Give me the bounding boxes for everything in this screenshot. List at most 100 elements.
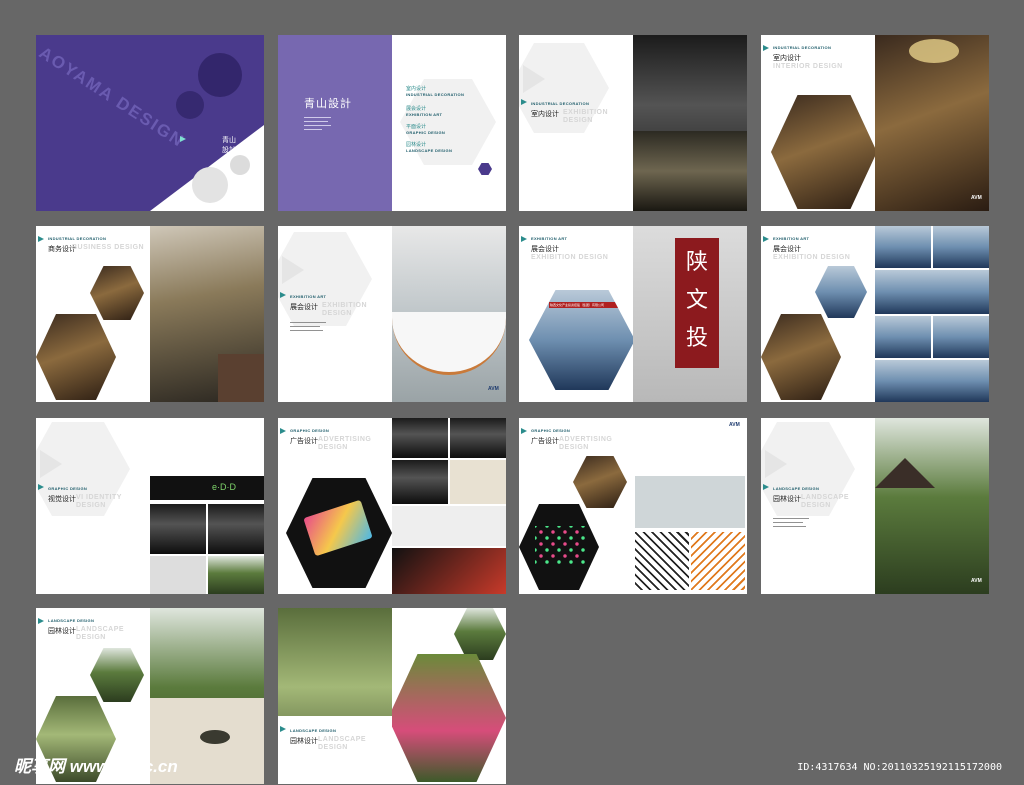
toc-item-1-cn: 室内设计 bbox=[406, 86, 427, 92]
toc-item-1[interactable]: 室内设计 INDUSTRIAL DECORATION bbox=[406, 85, 464, 97]
exhibit3-left: EXHIBITION ART 展会设计 EXHIBITION DESIGN bbox=[761, 226, 875, 402]
vi-mockup-2 bbox=[208, 504, 264, 554]
spread-vi[interactable]: GRAPHIC DESIGN 视觉设计 VI IDENTITY DESIGN e… bbox=[36, 418, 264, 594]
toc-right-panel: 室内设计 INDUSTRIAL DECORATION 展会设计 EXHIBITI… bbox=[392, 35, 506, 211]
avm-logo: AVM bbox=[488, 386, 499, 392]
adv2-cn-title: 广告设计 bbox=[531, 438, 559, 445]
exhibit1-curved-counter bbox=[392, 312, 506, 375]
spread-business[interactable]: INDUSTRIAL DECORATION 商务设计 BUSINESS DESI… bbox=[36, 226, 264, 402]
toc-left-panel: 青山設計 ▬▬▬▬▬▬▬▬▬ ▬▬▬▬▬▬▬▬ ▬▬▬▬▬▬▬▬▬ ▬▬▬▬▬▬ bbox=[278, 35, 392, 211]
spread-cover[interactable]: AOYAMA DESIGN 青山設計 bbox=[36, 35, 264, 211]
land3-right bbox=[392, 608, 506, 784]
adv1-mockup-1 bbox=[392, 418, 448, 458]
avm-logo: AVM bbox=[971, 578, 982, 584]
toc-item-2[interactable]: 展会设计 EXHIBITION ART bbox=[406, 105, 442, 117]
grid-photo-1 bbox=[875, 226, 931, 268]
spread-advertising-1[interactable]: GRAPHIC DESIGN 广告设计 ADVERTISING DESIGN bbox=[278, 418, 506, 594]
chandelier-shape bbox=[909, 39, 959, 63]
exhibit2-en-title: EXHIBITION ART bbox=[531, 236, 568, 241]
land1-left: LANDSCAPE DESIGN 园林设计 LANDSCAPE DESIGN ▬… bbox=[761, 418, 875, 594]
cover-logo-box: 青山設計 bbox=[180, 133, 240, 154]
spread-exhibit-2[interactable]: EXHIBITION ART 展会设计 EXHIBITION DESIGN 陕西… bbox=[519, 226, 747, 402]
business-hex-photo-2 bbox=[36, 314, 116, 400]
business-photo bbox=[150, 226, 264, 402]
section-mark-icon bbox=[38, 618, 44, 624]
toc-small-hex-icon bbox=[478, 163, 492, 175]
land3-hex-photo-2 bbox=[392, 654, 506, 782]
interior2-en-title: INDUSTRIAL DECORATION bbox=[773, 45, 832, 50]
toc-item-2-en: EXHIBITION ART bbox=[406, 112, 443, 117]
adv1-en-title: GRAPHIC DESIGN bbox=[290, 428, 330, 433]
exhibit1-cn-title: 展会设计 bbox=[290, 304, 318, 311]
adv1-hex-cards bbox=[286, 478, 392, 588]
land2-cn-title: 园林设计 bbox=[48, 628, 76, 635]
vi-logo-panel: e·D·D bbox=[150, 476, 264, 500]
adv1-right bbox=[392, 418, 506, 594]
exhibit2-cn-title: 展会设计 bbox=[531, 246, 559, 253]
interior2-left: INDUSTRIAL DECORATION 室内设计 INTERIOR DESI… bbox=[761, 35, 875, 211]
grid-photo-4 bbox=[875, 316, 931, 358]
grid-photo-2 bbox=[933, 226, 989, 268]
spread-advertising-2[interactable]: GRAPHIC DESIGN 广告设计 ADVERTISING DESIGN A… bbox=[519, 418, 747, 594]
spread-toc[interactable]: 青山設計 ▬▬▬▬▬▬▬▬▬ ▬▬▬▬▬▬▬▬ ▬▬▬▬▬▬▬▬▬ ▬▬▬▬▬▬ 室内… bbox=[278, 35, 506, 211]
adv1-mockup-2 bbox=[450, 418, 506, 458]
exhibit2-left: EXHIBITION ART 展会设计 EXHIBITION DESIGN 陕西… bbox=[519, 226, 633, 402]
adv2-brochure-3 bbox=[691, 532, 745, 590]
temple-roof-shape bbox=[875, 458, 935, 488]
exhibit2-ghost-title: EXHIBITION DESIGN bbox=[531, 254, 609, 261]
section-mark-icon bbox=[763, 45, 769, 51]
exhibit2-hex-photo: 陕西文化产业投资控股（集团）有限公司 bbox=[529, 290, 633, 390]
rock-shape bbox=[200, 730, 230, 744]
grid-photo-5 bbox=[933, 316, 989, 358]
land3-hex-photo-1 bbox=[454, 608, 506, 660]
adv1-mockup-6 bbox=[392, 548, 506, 594]
toc-item-3[interactable]: 平面设计 GRAPHIC DESIGN bbox=[406, 123, 445, 135]
vi-en-title: GRAPHIC DESIGN bbox=[48, 486, 88, 491]
toc-item-4-en: LANDSCAPE DESIGN bbox=[406, 148, 453, 153]
land1-cn-title: 园林设计 bbox=[773, 496, 801, 503]
land1-triangle bbox=[765, 450, 787, 478]
vi-cn-title: 视觉设计 bbox=[48, 496, 76, 503]
spread-exhibit-1[interactable]: EXHIBITION ART 展会设计 EXHIBITION DESIGN ▬▬… bbox=[278, 226, 506, 402]
spread-exhibit-3[interactable]: EXHIBITION ART 展会设计 EXHIBITION DESIGN bbox=[761, 226, 989, 402]
interior-photo-lower bbox=[633, 131, 747, 211]
toc-item-2-cn: 展会设计 bbox=[406, 106, 427, 112]
adv2-hex-palette bbox=[519, 504, 599, 590]
land2-en-title: LANDSCAPE DESIGN bbox=[48, 618, 95, 623]
exhibit1-triangle bbox=[282, 256, 304, 284]
adv1-mockup-4 bbox=[450, 460, 506, 504]
interior-photo bbox=[633, 35, 747, 211]
adv2-brochure-1 bbox=[635, 476, 745, 528]
land3-photo-left: LANDSCAPE DESIGN 园林设计 LANDSCAPE DESIGN bbox=[278, 608, 392, 784]
spread-interior-2[interactable]: INDUSTRIAL DECORATION 室内设计 INTERIOR DESI… bbox=[761, 35, 989, 211]
exhibit3-en-title: EXHIBITION ART bbox=[773, 236, 810, 241]
card-stack bbox=[303, 499, 373, 557]
spread-landscape-3[interactable]: LANDSCAPE DESIGN 园林设计 LANDSCAPE DESIGN bbox=[278, 608, 506, 784]
business-hex-photo-1 bbox=[90, 266, 144, 320]
spread-interior[interactable]: INDUSTRIAL DECORATION 室内设计 EXHIBITION DE… bbox=[519, 35, 747, 211]
brand-mark-icon bbox=[180, 136, 186, 142]
adv2-left: GRAPHIC DESIGN 广告设计 ADVERTISING DESIGN bbox=[519, 418, 633, 594]
adv1-cn-title: 广告设计 bbox=[290, 438, 318, 445]
grid-photo-3 bbox=[875, 270, 989, 314]
watermark-site: 昵享网 www.nipic.cn bbox=[14, 757, 178, 776]
spread-landscape-1[interactable]: LANDSCAPE DESIGN 园林设计 LANDSCAPE DESIGN ▬… bbox=[761, 418, 989, 594]
adv1-mockup-3 bbox=[392, 460, 448, 504]
exhibit3-hex-photo-2 bbox=[761, 314, 841, 400]
section-mark-icon bbox=[763, 236, 769, 242]
business-left: INDUSTRIAL DECORATION 商务设计 BUSINESS DESI… bbox=[36, 226, 150, 402]
toc-brand-title: 青山設計 bbox=[304, 98, 352, 110]
section-mark-icon bbox=[521, 428, 527, 434]
exhibit1-photo: AVM bbox=[392, 226, 506, 402]
interior-cn-title: 室内设计 bbox=[531, 111, 559, 118]
interior2-cn-title: 室内设计 bbox=[773, 55, 801, 62]
land1-body-text: ▬▬▬▬▬▬▬▬▬▬▬▬ ▬▬▬▬▬▬▬▬▬▬ ▬▬▬▬▬▬▬▬▬▬▬ bbox=[773, 516, 809, 528]
interior2-hex-photo bbox=[771, 95, 875, 209]
toc-item-4[interactable]: 园林设计 LANDSCAPE DESIGN bbox=[406, 141, 452, 153]
vi-logo-text: e·D·D bbox=[212, 482, 236, 492]
land3-cn-title: 园林设计 bbox=[290, 738, 318, 745]
adv2-brochure-2 bbox=[635, 532, 689, 590]
exhibit1-ghost-title: EXHIBITION DESIGN bbox=[322, 302, 368, 317]
exhibit1-en-title: EXHIBITION ART bbox=[290, 294, 327, 299]
exhibit3-hex-photo-1 bbox=[815, 266, 867, 318]
